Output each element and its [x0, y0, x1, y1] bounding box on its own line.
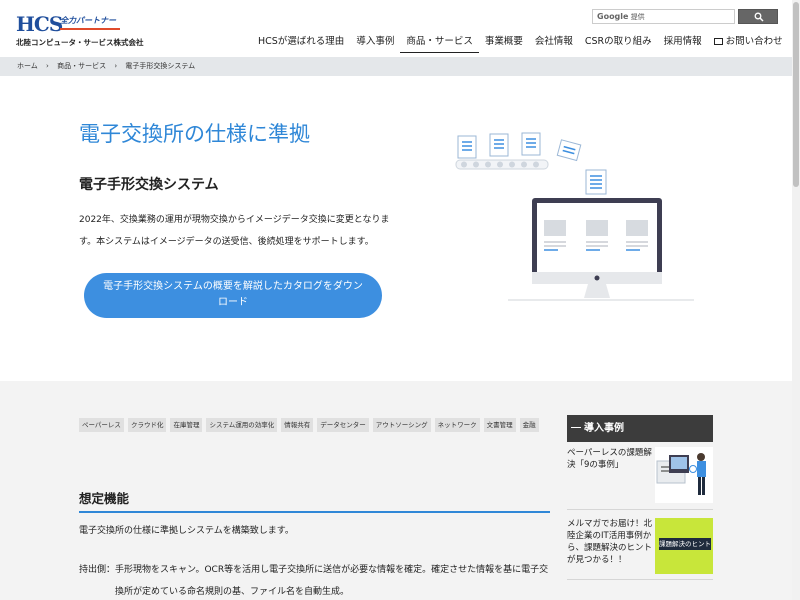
sidebar-divider: [567, 579, 713, 580]
newsletter-card[interactable]: メルマガでお届け！北陸企業のIT活用事例から、課題解決のヒントが見つかる！！ 課…: [567, 518, 713, 576]
breadcrumb: ホーム › 商品・サービス › 電子手形交換システム: [0, 57, 792, 76]
nav-contact-label: お問い合わせ: [725, 36, 783, 47]
mail-icon: [713, 38, 723, 45]
scrollbar[interactable]: [792, 0, 800, 600]
search-provided-label: 提供: [630, 13, 645, 21]
sidebar-heading: 導入事例: [567, 415, 713, 442]
nav-products-services[interactable]: 商品・サービス: [400, 35, 479, 53]
newsletter-text: メルマガでお届け！北陸企業のIT活用事例から、課題解決のヒントが見つかる！！: [567, 519, 653, 565]
document-icon: [457, 135, 477, 159]
tag-item[interactable]: アウトソーシング: [372, 418, 431, 432]
tag-item[interactable]: ペーパーレス: [79, 418, 124, 432]
sidebar-heading-label: 導入事例: [584, 423, 624, 434]
site-search: Google 提供: [592, 9, 778, 24]
breadcrumb-current: 電子手形交換システム: [125, 62, 196, 70]
nav-company-info[interactable]: 会社情報: [529, 35, 579, 53]
search-icon: [754, 12, 764, 22]
content-section: ペーパーレス クラウド化 在庫管理 システム運用の効率化 情報共有 データセンタ…: [0, 381, 792, 600]
computer-documents-illustration: [455, 132, 694, 301]
breadcrumb-products[interactable]: 商品・サービス: [57, 62, 106, 70]
search-brand: Google: [597, 12, 629, 21]
features-divider: [79, 511, 550, 513]
document-icon: [521, 132, 541, 156]
hero-section: 電子交換所の仕様に準拠 電子手形交換システム 2022年、交換業務の運用が現物交…: [0, 76, 792, 381]
document-icon: [556, 139, 582, 162]
nav-business-overview[interactable]: 事業概要: [479, 35, 529, 53]
nav-recruit[interactable]: 採用情報: [658, 35, 708, 53]
site-header: HCS 全力パートナー 北陸コンピュータ・サービス株式会社 Google 提供 …: [0, 0, 800, 57]
tag-item[interactable]: 文書管理: [483, 418, 516, 432]
case-study-card[interactable]: ペーパーレスの課題解決「9の事例」: [567, 447, 713, 505]
nav-contact[interactable]: お問い合わせ: [708, 35, 789, 53]
tag-item[interactable]: ネットワーク: [434, 418, 480, 432]
document-icon: [585, 169, 607, 195]
feature-row-label: 持出側：: [79, 565, 116, 575]
tag-item[interactable]: 情報共有: [281, 418, 314, 432]
newsletter-banner: 課題解決のヒントを毎月: [655, 518, 713, 574]
nav-reasons[interactable]: HCSが選ばれる理由: [252, 35, 350, 53]
company-name: 北陸コンピュータ・サービス株式会社: [16, 38, 144, 47]
company-logo[interactable]: HCS 全力パートナー 北陸コンピュータ・サービス株式会社: [16, 12, 146, 48]
logo-mark: HCS: [16, 12, 63, 36]
features-intro: 電子交換所の仕様に準拠しシステムを構築致します。: [79, 526, 294, 536]
tag-item[interactable]: 在庫管理: [170, 418, 203, 432]
catalog-download-button[interactable]: 電子手形交換システムの概要を解説したカタログをダウンロード: [84, 273, 382, 318]
tag-item[interactable]: クラウド化: [127, 418, 167, 432]
heading-dash: [571, 427, 581, 428]
breadcrumb-home[interactable]: ホーム: [17, 62, 38, 70]
paperless-thumbnail: [655, 447, 713, 503]
features-heading: 想定機能: [79, 491, 130, 506]
nav-csr[interactable]: CSRの取り組み: [579, 35, 658, 53]
page-title: 電子交換所の仕様に準拠: [79, 122, 310, 146]
tag-item[interactable]: 金融: [519, 418, 539, 432]
document-icon: [489, 133, 509, 157]
feature-row-text: 手形現物をスキャン。OCR等を活用し電子交換所に送信が必要な情報を確定。確定させ…: [115, 565, 549, 597]
tag-list: ペーパーレス クラウド化 在庫管理 システム運用の効率化 情報共有 データセンタ…: [79, 418, 539, 432]
tag-item[interactable]: データセンター: [317, 418, 369, 432]
scrollbar-thumb[interactable]: [793, 2, 799, 187]
monitor-icon: [508, 198, 694, 301]
breadcrumb-separator: ›: [46, 62, 49, 70]
product-name: 電子手形交換システム: [79, 177, 219, 193]
logo-tagline: 全力パートナー: [60, 16, 116, 25]
breadcrumb-separator: ›: [114, 62, 118, 70]
main-nav: HCSが選ばれる理由 導入事例 商品・サービス 事業概要 会社情報 CSRの取り…: [252, 35, 789, 53]
product-description: 2022年、交換業務の運用が現物交換からイメージデータ交換に変更となります。本シ…: [79, 215, 390, 247]
sidebar-divider: [567, 509, 713, 510]
logo-underline: [60, 28, 120, 30]
newsletter-banner-text: 課題解決のヒントを毎月: [659, 538, 711, 550]
nav-case-studies[interactable]: 導入事例: [350, 35, 400, 53]
tag-item[interactable]: システム運用の効率化: [206, 418, 278, 432]
search-button[interactable]: [738, 9, 778, 24]
case-study-title: ペーパーレスの課題解決「9の事例」: [567, 448, 652, 470]
search-input[interactable]: Google 提供: [592, 9, 735, 24]
